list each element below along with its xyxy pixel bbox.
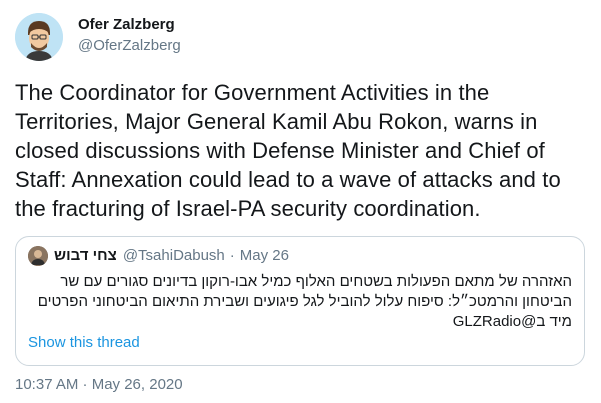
quote-separator: · (229, 247, 235, 264)
tweet-text: The Coordinator for Government Activitie… (15, 80, 561, 221)
quote-date: May 26 (239, 247, 289, 264)
quoted-tweet[interactable]: צחי דבוש @TsahiDabush · May 26 האזהרה של… (15, 236, 585, 366)
quote-author-name: צחי דבוש (54, 247, 117, 264)
quote-avatar-icon (28, 246, 48, 266)
author-avatar-icon[interactable] (15, 13, 63, 61)
tweet-timestamp[interactable]: 10:37 AM · May 26, 2020 (15, 375, 183, 395)
author-name[interactable]: Ofer Zalzberg (78, 15, 181, 35)
author-handle[interactable]: @OferZalzberg (78, 36, 181, 56)
show-thread-link[interactable]: Show this thread (28, 333, 140, 353)
quoted-tweet-header: צחי דבוש @TsahiDabush · May 26 (28, 246, 289, 266)
quote-text: האזהרה של מתאם הפעולות בשטחים האלוף כמיל… (37, 273, 572, 330)
quote-author-handle: @TsahiDabush (122, 247, 225, 264)
tweet-card: Ofer Zalzberg @OferZalzberg The Coordina… (0, 0, 601, 403)
author-block: Ofer Zalzberg @OferZalzberg (78, 15, 181, 56)
